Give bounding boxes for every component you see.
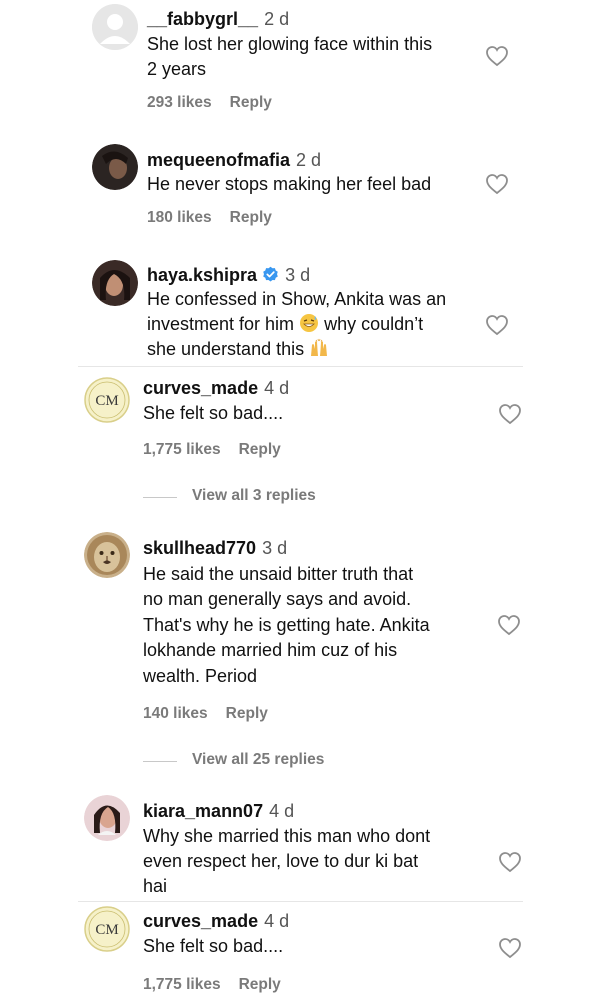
heart-icon[interactable] <box>498 937 522 959</box>
view-replies-line <box>143 761 177 762</box>
heart-icon[interactable] <box>485 45 509 67</box>
avatar[interactable]: CM <box>84 377 130 423</box>
heart-icon[interactable] <box>485 314 509 336</box>
comment-username[interactable]: __fabbygrl__ <box>147 9 258 29</box>
comment-text-line: 2 years <box>147 59 207 79</box>
avatar[interactable] <box>84 795 130 841</box>
comment-text-line: She lost her glowing face within this <box>147 34 433 54</box>
comment-time: 4 d <box>264 378 290 398</box>
heart-icon[interactable] <box>498 403 522 425</box>
heart-icon[interactable] <box>498 851 522 873</box>
comment-time: 2 d <box>264 9 290 29</box>
reply-button[interactable]: Reply <box>226 705 268 722</box>
comment-time: 4 d <box>264 911 290 931</box>
comment-text-line: That's why he is getting hate. Ankita <box>143 615 430 635</box>
cm-logo-text: CM <box>95 393 118 409</box>
comment-text-line: He confessed in Show, Ankita was an <box>147 289 447 309</box>
comment-text-line: He said the unsaid bitter truth that <box>143 564 414 584</box>
likes-count[interactable]: 140 likes <box>143 705 208 722</box>
comment-text-line: she understand this <box>147 339 305 359</box>
likes-count[interactable]: 1,775 likes <box>143 976 221 993</box>
view-replies-button[interactable]: View all 25 replies <box>192 751 324 769</box>
default-avatar-icon[interactable] <box>92 4 138 50</box>
comment-text-line: Why she married this man who dont <box>143 826 431 846</box>
comment-text-line: investment for him <box>147 314 295 334</box>
reply-button[interactable]: Reply <box>230 94 272 111</box>
comment-text-line: He never stops making her feel bad <box>147 174 432 194</box>
divider <box>78 366 523 367</box>
raising-hands-emoji <box>311 338 328 356</box>
comment-text-line: She felt so bad.... <box>143 403 284 423</box>
avatar[interactable]: CM <box>84 906 130 952</box>
view-replies-line <box>143 497 177 498</box>
lion-avatar[interactable] <box>84 532 130 578</box>
comment-username[interactable]: skullhead770 <box>143 538 256 558</box>
comment-text-line: why couldn’t <box>324 314 424 334</box>
comment-text-line: She felt so bad.... <box>143 936 284 956</box>
comment-time: 4 d <box>269 801 295 821</box>
heart-icon[interactable] <box>497 614 521 636</box>
comment-username[interactable]: mequeenofmafia <box>147 150 290 170</box>
grinning-sweat-emoji <box>300 314 319 332</box>
comment-username[interactable]: kiara_mann07 <box>143 801 263 821</box>
comment-time: 2 d <box>296 150 322 170</box>
comment-text-line: wealth. Period <box>143 666 258 686</box>
avatar[interactable] <box>92 144 138 190</box>
comment-time: 3 d <box>285 265 311 285</box>
cm-logo-text: CM <box>95 922 118 938</box>
verified-badge-icon <box>263 266 278 282</box>
comment-username[interactable]: haya.kshipra <box>147 265 257 285</box>
comment-text-line: lokhande married him cuz of his <box>143 640 398 660</box>
view-replies-button[interactable]: View all 3 replies <box>192 487 316 505</box>
comment-username[interactable]: curves_made <box>143 378 258 398</box>
reply-button[interactable]: Reply <box>239 441 281 458</box>
comment-text-line: hai <box>143 876 168 896</box>
likes-count[interactable]: 1,775 likes <box>143 441 221 458</box>
comment-time: 3 d <box>262 538 288 558</box>
reply-button[interactable]: Reply <box>239 976 281 993</box>
comment-text-line: even respect her, love to dur ki bat <box>143 851 419 871</box>
heart-icon[interactable] <box>485 173 509 195</box>
comment-text-line: no man generally says and avoid. <box>143 589 412 609</box>
likes-count[interactable]: 293 likes <box>147 94 212 111</box>
reply-button[interactable]: Reply <box>230 209 272 226</box>
likes-count[interactable]: 180 likes <box>147 209 212 226</box>
avatar[interactable] <box>92 260 138 306</box>
divider <box>78 901 523 902</box>
comment-username[interactable]: curves_made <box>143 911 258 931</box>
